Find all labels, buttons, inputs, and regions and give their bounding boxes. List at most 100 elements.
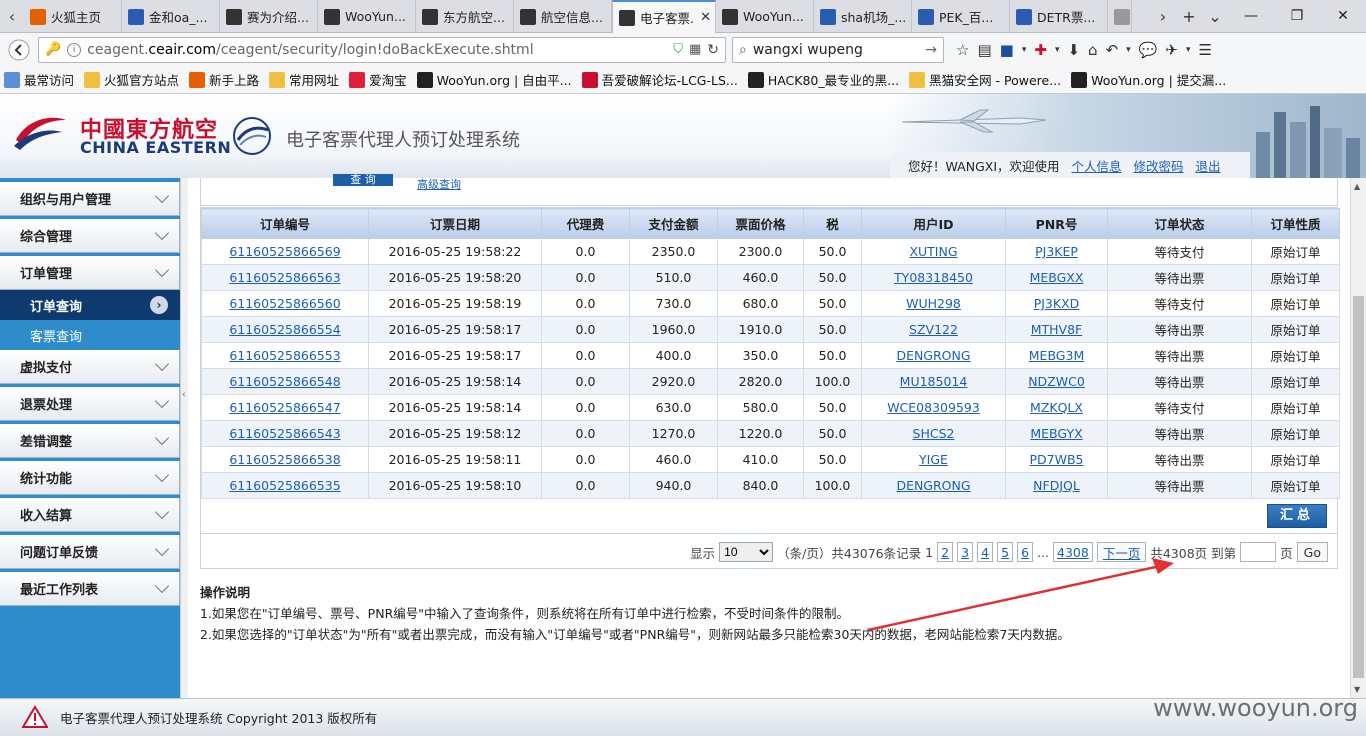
search-bar[interactable]: ⌕ wangxi wupeng →	[732, 36, 944, 63]
bookmark-item[interactable]: WooYun.org | 自由平...	[416, 70, 572, 89]
bookmark-item[interactable]: 最常访问	[4, 70, 74, 89]
logout-link[interactable]: 退出	[1196, 156, 1221, 175]
sidebar-item-ticket-query[interactable]: 客票查询	[0, 320, 180, 350]
pnr-link[interactable]: NDZWC0	[1028, 374, 1085, 389]
sidebar-menu[interactable]: 问题订单反馈	[0, 535, 180, 569]
sidebar-menu[interactable]: 统计功能	[0, 461, 180, 495]
tab-list-icon[interactable]: ⌄	[1202, 7, 1228, 26]
pnr-link[interactable]: MTHV8F	[1031, 322, 1083, 337]
go-button[interactable]: Go	[1296, 542, 1328, 562]
collapse-arrow-icon[interactable]: ‹	[182, 390, 186, 400]
column-header[interactable]: 订单状态	[1107, 208, 1252, 239]
page-size-select[interactable]: 10	[719, 542, 774, 562]
bookmark-item[interactable]: 火狐官方站点	[84, 70, 179, 89]
summary-button[interactable]: 汇总	[1267, 504, 1327, 528]
menu-icon[interactable]: ☰	[1198, 41, 1211, 59]
download-icon[interactable]: ⬇	[1067, 41, 1080, 59]
pnr-link[interactable]: NFDJQL	[1033, 478, 1080, 493]
last-page-link[interactable]: 4308	[1053, 542, 1093, 562]
user-id-link[interactable]: WCE08309593	[887, 400, 980, 415]
column-header[interactable]: 税	[803, 208, 862, 239]
bookmark-item[interactable]: 新手上路	[189, 70, 259, 89]
dropdown-icon-2[interactable]: ▾	[1055, 45, 1060, 55]
order-number-link[interactable]: 61160525866538	[229, 452, 340, 467]
new-tab-icon[interactable]: +	[1176, 7, 1202, 26]
sidebar-item-order-query[interactable]: 订单查询 ›	[0, 290, 180, 320]
order-number-link[interactable]: 61160525866547	[229, 400, 340, 415]
sidebar-menu[interactable]: 最近工作列表	[0, 572, 180, 606]
sidebar-menu[interactable]: 虚拟支付	[0, 350, 180, 384]
order-number-link[interactable]: 61160525866543	[229, 426, 340, 441]
sidebar-menu[interactable]: 组织与用户管理	[0, 182, 180, 216]
user-id-link[interactable]: YIGE	[919, 452, 948, 467]
user-id-link[interactable]: TY08318450	[894, 270, 973, 285]
next-page-button[interactable]: 下一页	[1096, 542, 1147, 562]
order-number-link[interactable]: 61160525866548	[229, 374, 340, 389]
sidebar-menu[interactable]: 差错调整	[0, 424, 180, 458]
tab[interactable]: WooYun...	[716, 0, 814, 33]
pnr-link[interactable]: MEBG3M	[1029, 348, 1084, 363]
column-header[interactable]: 用户ID	[861, 208, 1006, 239]
tab-close-icon[interactable]: ✕	[700, 10, 711, 25]
sidebar-collapse-handle[interactable]: ‹	[180, 178, 188, 698]
user-id-link[interactable]: MU185014	[900, 374, 968, 389]
chat-icon[interactable]: 💬	[1139, 41, 1158, 59]
advanced-query-link[interactable]: 高级查询	[417, 176, 461, 192]
column-header[interactable]: 订单性质	[1251, 208, 1340, 239]
tab[interactable]: DETR票...	[1010, 0, 1108, 33]
column-header[interactable]: PNR号	[1005, 208, 1108, 239]
tab[interactable]: 金和oa_...	[122, 0, 220, 33]
bookmark-item[interactable]: 黑猫安全网 - Powere...	[909, 70, 1061, 89]
undo-icon[interactable]: ↶	[1106, 41, 1119, 59]
shield-icon[interactable]: ⛉	[673, 42, 683, 57]
url-bar[interactable]: 🔑 i ceagent.ceair.com/ceagent/security/l…	[38, 36, 726, 63]
minimize-icon[interactable]: —	[1228, 0, 1274, 32]
change-password-link[interactable]: 修改密码	[1134, 156, 1184, 175]
bookmark-item[interactable]: HACK80_最专业的黑...	[747, 70, 899, 89]
sidebar-menu[interactable]: 订单管理	[0, 256, 180, 290]
order-number-link[interactable]: 61160525866569	[229, 244, 340, 259]
tab-scroll-left-icon[interactable]: ‹	[0, 0, 24, 32]
goto-page-input[interactable]	[1240, 542, 1277, 562]
reload-icon[interactable]: ↻	[707, 42, 719, 58]
site-identity-icon[interactable]: 🔑	[45, 42, 61, 57]
user-id-link[interactable]: WUH298	[906, 296, 961, 311]
user-id-link[interactable]: DENGRONG	[896, 348, 970, 363]
pnr-link[interactable]: MEBGXX	[1030, 270, 1084, 285]
restore-icon[interactable]: ❐	[1274, 0, 1320, 32]
tab[interactable]: 火狐主页	[24, 0, 122, 33]
user-id-link[interactable]: DENGRONG	[896, 478, 970, 493]
page-link[interactable]: 5	[997, 542, 1014, 562]
column-header[interactable]: 订票日期	[368, 208, 542, 239]
column-header[interactable]: 订单编号	[201, 208, 369, 239]
page-link[interactable]: 6	[1017, 542, 1034, 562]
sidebar-menu[interactable]: 退票处理	[0, 387, 180, 421]
pnr-link[interactable]: PJ3KEP	[1035, 244, 1078, 259]
vertical-scrollbar[interactable]: ▲ ▼	[1350, 178, 1366, 698]
column-header[interactable]: 票面价格	[717, 208, 804, 239]
scroll-down-icon[interactable]: ▼	[1354, 685, 1360, 694]
order-number-link[interactable]: 61160525866560	[229, 296, 340, 311]
pnr-link[interactable]: PJ3KXD	[1034, 296, 1080, 311]
dropdown-icon-4[interactable]: ▾	[1186, 45, 1191, 55]
tab[interactable]: 航空信息...	[514, 0, 612, 33]
tab-scroll-right-icon[interactable]: ›	[1150, 7, 1176, 26]
page-link[interactable]: 4	[977, 542, 994, 562]
dropdown-icon[interactable]: ▾	[1022, 45, 1027, 55]
user-id-link[interactable]: SZV122	[909, 322, 958, 337]
bookmark-item[interactable]: 吾爱破解论坛-LCG-LS...	[581, 70, 738, 89]
page-link[interactable]: 3	[957, 542, 974, 562]
bookmark-item[interactable]: WooYun.org | 提交漏...	[1071, 70, 1226, 89]
pnr-link[interactable]: MZKQLX	[1030, 400, 1083, 415]
save-icon[interactable]: ■	[1000, 41, 1014, 59]
info-icon[interactable]: i	[67, 42, 82, 57]
addon-red-cross-icon[interactable]: ✚	[1034, 41, 1047, 59]
back-icon[interactable]	[6, 37, 32, 63]
bookmark-item[interactable]: 爱淘宝	[349, 70, 407, 89]
tab[interactable]: 赛为介绍...	[220, 0, 318, 33]
order-number-link[interactable]: 61160525866554	[229, 322, 340, 337]
page-link[interactable]: 2	[937, 542, 954, 562]
tab[interactable]: PEK_百...	[912, 0, 1010, 33]
sidebar-menu[interactable]: 综合管理	[0, 219, 180, 253]
user-id-link[interactable]: XUTING	[909, 244, 957, 259]
